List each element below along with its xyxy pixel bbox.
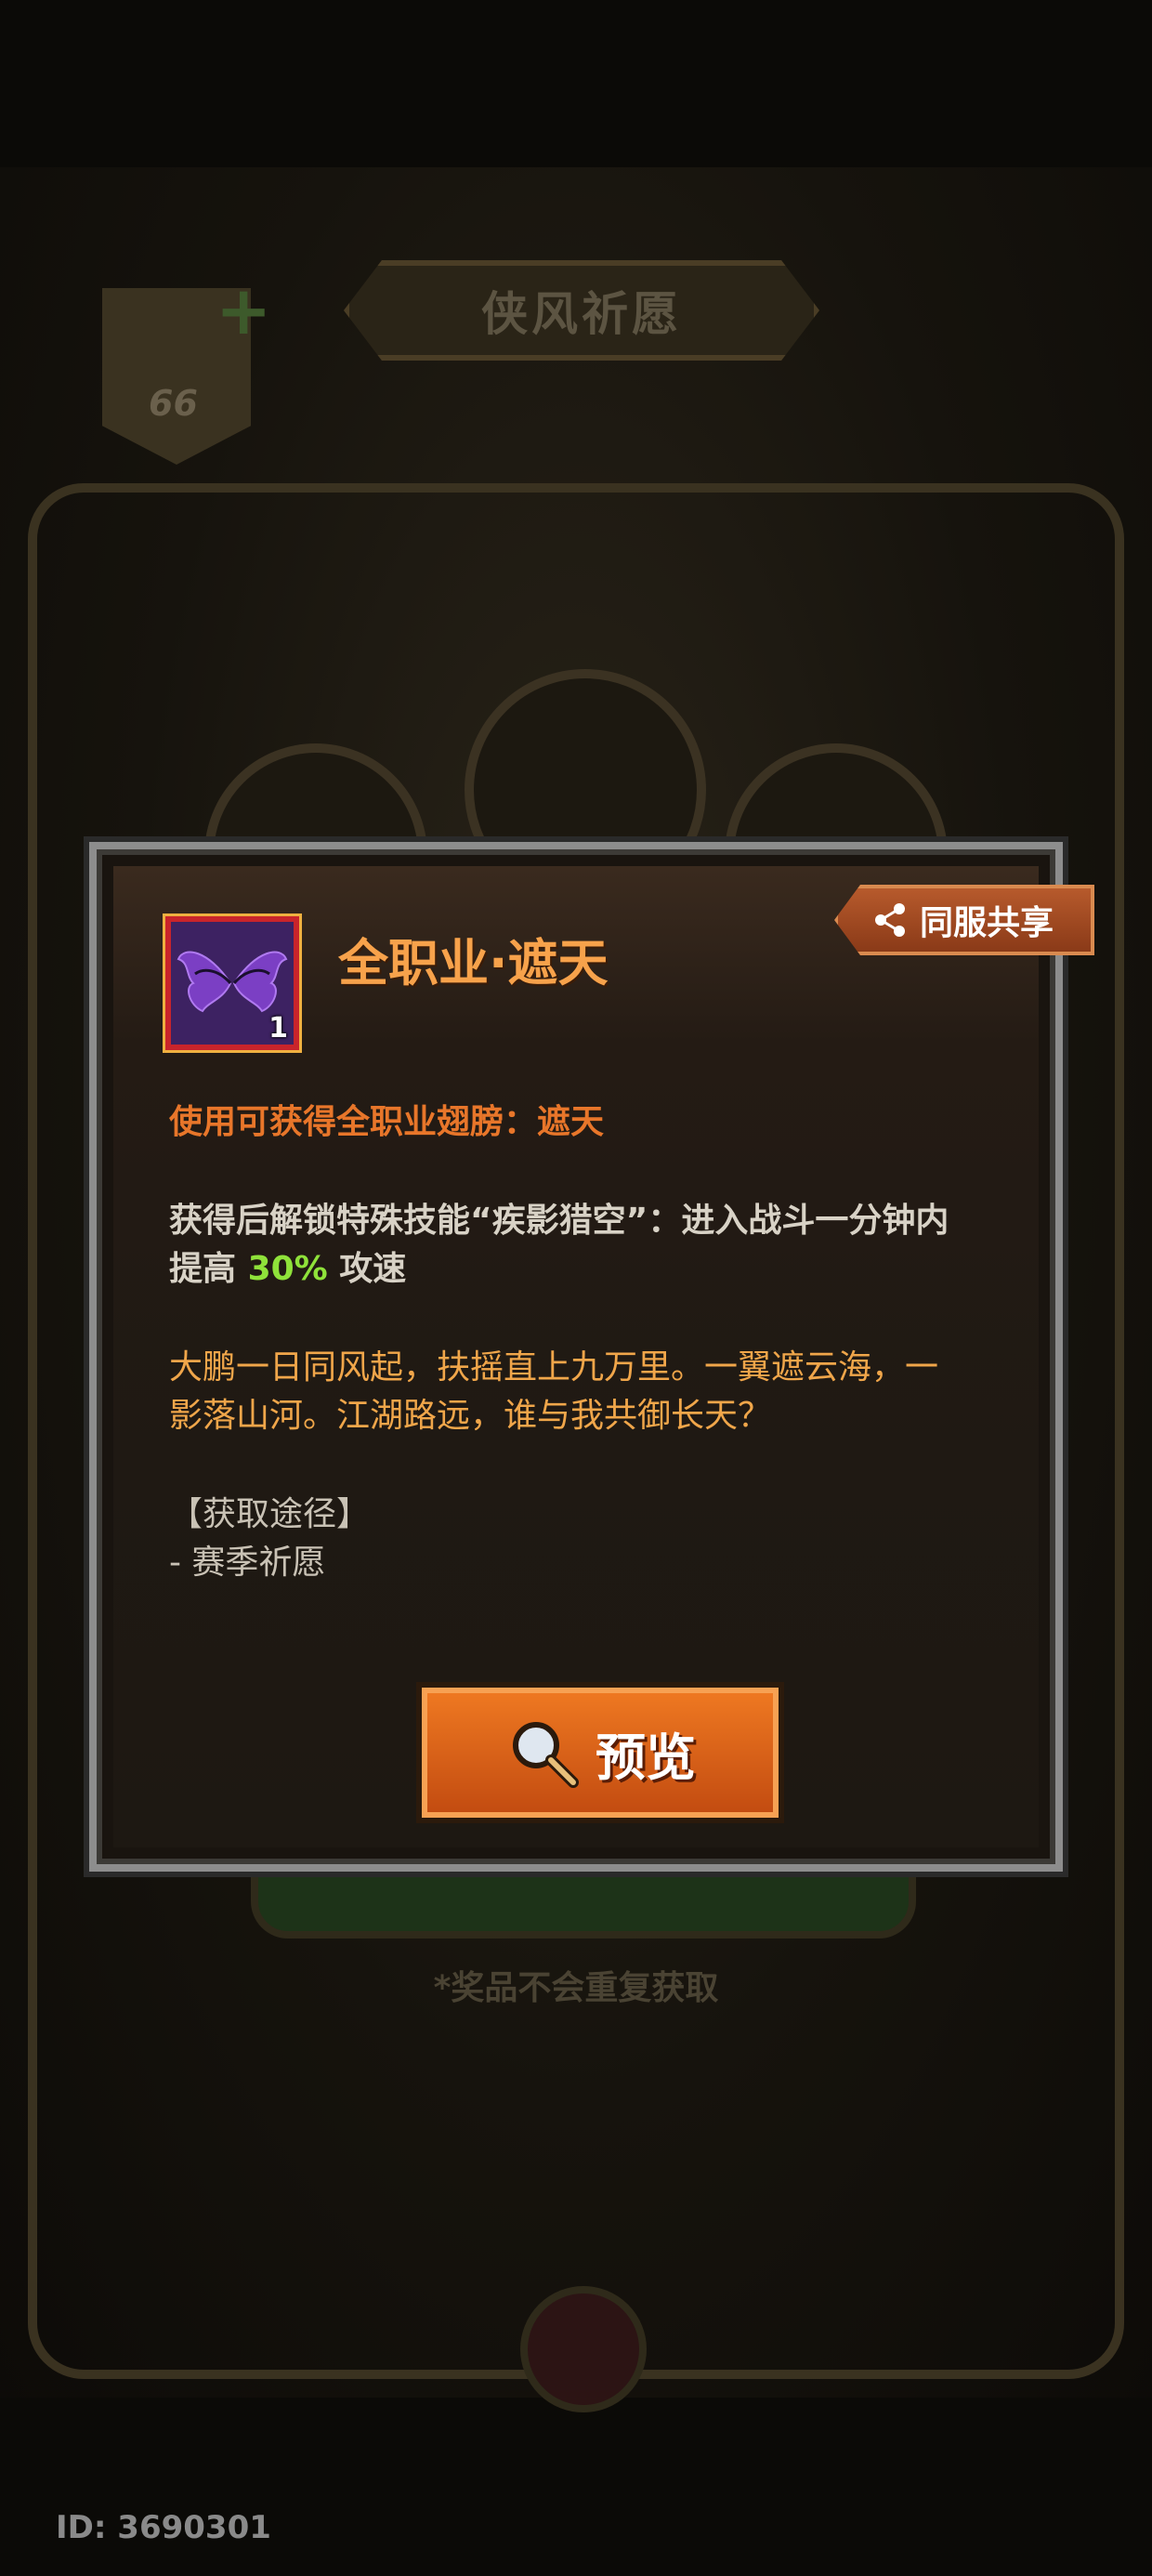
banner-title: 侠风祈愿 xyxy=(344,260,819,361)
flavor-text-line1: 大鹏一日同风起，扶摇直上九万里。一翼遮云海，一 xyxy=(169,1348,939,1387)
skill-description-line2: 提高 30% 攻速 xyxy=(169,1245,994,1294)
preview-button[interactable]: 预览 xyxy=(416,1682,784,1823)
skill-description-line1: 获得后解锁特殊技能“疾影猎空”：进入战斗一分钟内 xyxy=(169,1202,949,1240)
plus-icon: + xyxy=(216,271,272,349)
share-button[interactable]: 同服共享 xyxy=(834,885,1094,955)
item-quantity: 1 xyxy=(268,1012,288,1045)
source-item: - 赛季祈愿 xyxy=(169,1544,326,1582)
energy-count: 66 xyxy=(149,383,198,424)
skill-percent: 30% xyxy=(247,1250,328,1288)
item-title: 全职业·遮天 xyxy=(338,934,609,992)
source-header: 【获取途径】 xyxy=(169,1495,371,1533)
player-id: ID: 3690301 xyxy=(56,2509,271,2546)
skill-prefix: 提高 xyxy=(169,1250,237,1288)
preview-button-label: 预览 xyxy=(596,1728,696,1787)
skill-suffix: 攻速 xyxy=(339,1250,407,1288)
share-button-label: 同服共享 xyxy=(920,904,1054,942)
dialog-body: 1 全职业·遮天 同服共享 使用可获得全职业翅膀：遮天 获得后解锁特殊技能“疾影… xyxy=(113,866,1094,1847)
magnifier-icon xyxy=(513,1722,579,1788)
game-screen: 侠风祈愿 66 + *奖品不会重复获取 ID: 3690301 1 全职业·遮天 xyxy=(0,0,1152,2576)
wings-item-icon: 1 xyxy=(163,913,302,1053)
reward-note: *奖品不会重复获取 xyxy=(433,1969,719,2007)
close-icon xyxy=(520,2286,647,2412)
item-detail-dialog: 1 全职业·遮天 同服共享 使用可获得全职业翅膀：遮天 获得后解锁特殊技能“疾影… xyxy=(89,842,1094,1872)
use-description: 使用可获得全职业翅膀：遮天 xyxy=(169,1103,605,1141)
share-icon xyxy=(875,903,905,937)
flavor-text-line2: 影落山河。江湖路远，谁与我共御长天？ xyxy=(169,1397,772,1435)
